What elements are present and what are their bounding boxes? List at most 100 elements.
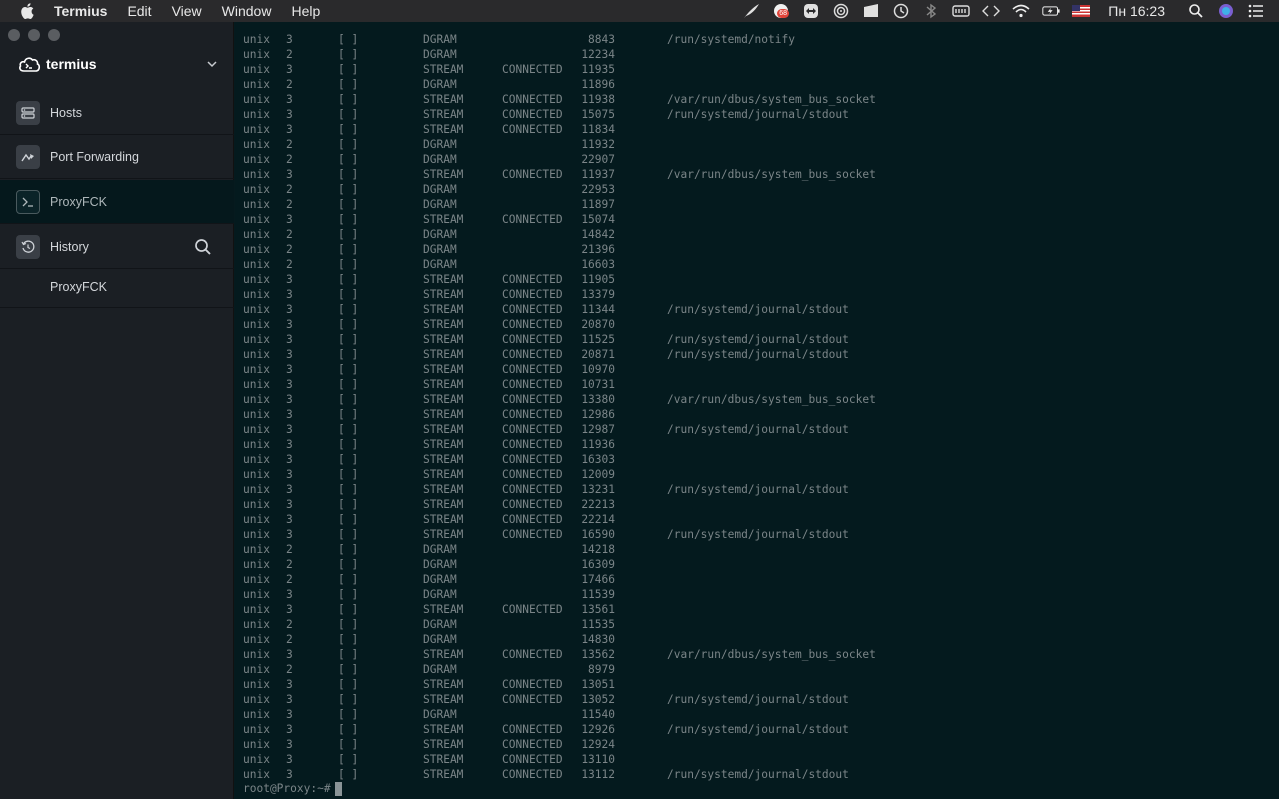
terminal-cell: STREAM xyxy=(423,753,464,766)
terminal-cell: 3 xyxy=(286,498,293,511)
terminal-cell: STREAM xyxy=(423,468,464,481)
terminal-cell: CONNECTED xyxy=(502,678,563,691)
terminal-cell: unix xyxy=(243,513,270,526)
menu-help[interactable]: Help xyxy=(291,0,320,22)
account-switcher[interactable]: termius xyxy=(18,52,218,76)
terminal-cell: DGRAM xyxy=(423,228,457,241)
terminal-cell: CONNECTED xyxy=(502,288,563,301)
terminal-cell: /run/systemd/journal/stdout xyxy=(667,423,849,436)
keyboard-icon[interactable] xyxy=(952,3,970,19)
terminal-cell: 3 xyxy=(286,348,293,361)
menu-window[interactable]: Window xyxy=(222,0,272,22)
spotlight-search-icon[interactable] xyxy=(1187,3,1205,19)
terminal-cell: /var/run/dbus/system_bus_socket xyxy=(667,168,876,181)
terminal-cell: 3 xyxy=(286,708,293,721)
terminal-prompt[interactable]: root@Proxy:~# xyxy=(243,781,342,796)
battery-icon[interactable] xyxy=(1042,3,1060,19)
terminal-cell: 2 xyxy=(286,618,293,631)
terminal-cell: STREAM xyxy=(423,213,464,226)
terminal-cell: 20870 xyxy=(581,318,615,331)
terminal-cell: [ ] xyxy=(338,48,359,61)
terminal-cell: 11834 xyxy=(581,123,615,136)
terminal-line: unix 3 [ ] STREAM CONNECTED 13562/var/run/dbu… xyxy=(243,647,1263,662)
close-window-button[interactable] xyxy=(8,29,20,41)
time-machine-icon[interactable] xyxy=(892,3,910,19)
sidebar-item-hosts[interactable]: Hosts xyxy=(0,91,234,135)
terminal-cell: STREAM xyxy=(423,333,464,346)
terminal-cell: CONNECTED xyxy=(502,108,563,121)
bluetooth-icon[interactable] xyxy=(922,3,940,19)
terminal-cell: [ ] xyxy=(338,618,359,631)
terminal-line: unix 3 [ ] STREAM CONNECTED 13110 xyxy=(243,752,1263,767)
terminal-line: unix 2 [ ] DGRAM 14842 xyxy=(243,227,1263,242)
terminal-cell: 3 xyxy=(286,363,293,376)
terminal-cell: [ ] xyxy=(338,318,359,331)
terminal-line: unix 3 [ ] STREAM CONNECTED 20871/run/systemd… xyxy=(243,347,1263,362)
terminal-cell: [ ] xyxy=(338,543,359,556)
siri-icon[interactable] xyxy=(1217,3,1235,19)
terminal-cell: unix xyxy=(243,333,270,346)
terminal-cell: unix xyxy=(243,348,270,361)
terminal-cell: 3 xyxy=(286,588,293,601)
teamviewer-icon[interactable] xyxy=(802,3,820,19)
zoom-window-button[interactable] xyxy=(48,29,60,41)
sidebar-item-proxyfck[interactable]: ProxyFCK xyxy=(0,180,234,224)
terminal-cell: 11344 xyxy=(581,303,615,316)
terminal-cell: [ ] xyxy=(338,753,359,766)
terminal-output: unix 3[ ] DGRAM 8843/run/systemd/notify unix… xyxy=(243,32,1263,782)
menubar-clock[interactable]: Пн 16:23 xyxy=(1108,3,1165,19)
window-controls xyxy=(8,29,68,41)
terminal-cell: 12987 xyxy=(581,423,615,436)
terminal-cell: [ ] xyxy=(338,483,359,496)
terminal-pane[interactable]: unix 3[ ] DGRAM 8843/run/systemd/notify unix… xyxy=(235,22,1279,799)
menu-edit[interactable]: Edit xyxy=(127,0,151,22)
inbox-icon[interactable] xyxy=(862,3,880,19)
terminal-cell: DGRAM xyxy=(423,78,457,91)
notification-badge-icon[interactable]: 68 xyxy=(772,3,790,19)
terminal-cell: 3 xyxy=(286,288,293,301)
terminal-cell: CONNECTED xyxy=(502,648,563,661)
apple-icon[interactable] xyxy=(20,3,36,19)
terminal-cell: unix xyxy=(243,258,270,271)
us-flag-icon[interactable] xyxy=(1072,3,1091,19)
terminal-cell: [ ] xyxy=(338,288,359,301)
terminal-line: unix 2 [ ] DGRAM 11896 xyxy=(243,77,1263,92)
terminal-cell: DGRAM xyxy=(423,138,457,151)
terminal-cell: [ ] xyxy=(338,228,359,241)
terminal-cell: DGRAM xyxy=(423,558,457,571)
notification-center-icon[interactable] xyxy=(1247,3,1265,19)
terminal-cell: [ ] xyxy=(338,693,359,706)
sidebar-item-history[interactable]: History xyxy=(0,225,234,269)
terminal-cell: STREAM xyxy=(423,423,464,436)
terminal-cell: 11937 xyxy=(581,168,615,181)
terminal-cell: unix xyxy=(243,123,270,136)
terminal-cell: unix xyxy=(243,768,270,781)
terminal-cell: /run/systemd/journal/stdout xyxy=(667,303,849,316)
search-icon[interactable] xyxy=(194,238,212,256)
chevron-down-icon[interactable] xyxy=(206,58,218,70)
terminal-cell: DGRAM xyxy=(423,258,457,271)
terminal-line: unix 2 [ ] DGRAM 14218 xyxy=(243,542,1263,557)
menu-app-name[interactable]: Termius xyxy=(54,0,107,22)
terminal-cell: unix xyxy=(243,468,270,481)
wifi-icon[interactable] xyxy=(1012,3,1030,19)
history-item-proxyfck[interactable]: ProxyFCK xyxy=(0,266,234,308)
terminal-cell: CONNECTED xyxy=(502,63,563,76)
terminal-cell: 2 xyxy=(286,48,293,61)
terminal-cell: 3 xyxy=(286,768,293,781)
airdrop-icon[interactable] xyxy=(832,3,850,19)
terminal-cell: [ ] xyxy=(338,438,359,451)
terminal-cell: unix xyxy=(243,198,270,211)
terminal-cell: unix xyxy=(243,303,270,316)
terminal-line: unix 3 [ ] STREAM CONNECTED 11937/var/run/dbu… xyxy=(243,167,1263,182)
code-icon[interactable] xyxy=(982,3,1001,19)
terminal-cell: DGRAM xyxy=(423,708,457,721)
menu-view[interactable]: View xyxy=(172,0,202,22)
minimize-window-button[interactable] xyxy=(28,29,40,41)
sidebar-item-port-forwarding[interactable]: Port Forwarding xyxy=(0,135,234,179)
feather-icon[interactable] xyxy=(742,3,760,19)
terminal-cell: 12924 xyxy=(581,738,615,751)
sidebar-item-label: History xyxy=(50,239,89,254)
terminal-cell: [ ] xyxy=(338,348,359,361)
terminal-cell: 16590 xyxy=(581,528,615,541)
